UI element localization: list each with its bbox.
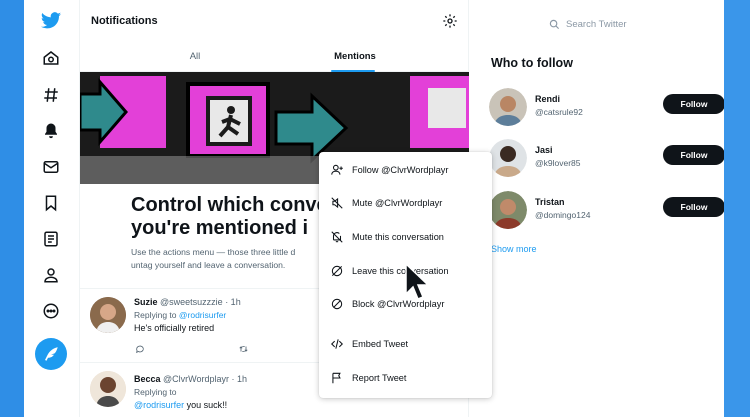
replying-to-prefix: Replying to	[134, 310, 179, 320]
follow-button[interactable]: Follow	[663, 145, 724, 165]
search-input[interactable]	[566, 18, 676, 30]
tweet-text: @rodrisurfer you suck!!	[134, 400, 227, 410]
account-handle: @k9lover85	[535, 158, 581, 168]
right-sidebar: Who to follow Rendi @catsrule92 Follow J…	[469, 0, 724, 417]
account-name: Tristan	[535, 197, 565, 207]
follow-button[interactable]: Follow	[663, 197, 724, 217]
messages-envelope-icon[interactable]	[36, 152, 66, 182]
avatar[interactable]	[489, 191, 527, 229]
twitter-logo-icon[interactable]	[36, 6, 66, 36]
account-name: Jasi	[535, 145, 553, 155]
profile-icon[interactable]	[36, 260, 66, 290]
menu-item-label: Report Tweet	[352, 373, 407, 383]
follow-button[interactable]: Follow	[663, 94, 724, 114]
more-options-icon[interactable]	[36, 296, 66, 326]
menu-item-follow[interactable]: Follow @ClvrWordplayr	[319, 155, 492, 185]
retweet-icon[interactable]	[238, 344, 249, 354]
twitter-window: Notifications All Mentions Control which…	[24, 0, 724, 417]
menu-item-label: Mute @ClvrWordplayr	[352, 198, 443, 208]
explore-hashtag-icon[interactable]	[36, 80, 66, 110]
gear-icon[interactable]	[442, 13, 458, 29]
lists-icon[interactable]	[36, 224, 66, 254]
hero-subtext-line-1: Use the actions menu — those three littl…	[131, 247, 296, 257]
account-handle: @catsrule92	[535, 107, 583, 117]
sidebar-nav	[24, 0, 80, 417]
replying-to: Replying to	[134, 387, 177, 397]
notifications-bell-icon[interactable]	[36, 116, 66, 146]
mute-conversation-icon	[331, 231, 343, 243]
tweet-text: He's officially retired	[134, 323, 215, 333]
mute-icon	[331, 197, 343, 209]
tweet-author-name: Suzie	[134, 297, 158, 307]
menu-item-embed[interactable]: Embed Tweet	[319, 329, 492, 359]
avatar[interactable]	[90, 297, 126, 333]
avatar[interactable]	[90, 371, 126, 407]
search-icon	[549, 19, 560, 29]
menu-item-label: Follow @ClvrWordplayr	[352, 165, 449, 175]
menu-item-label: Mute this conversation	[352, 232, 444, 242]
notification-tabs: All Mentions	[80, 40, 469, 72]
avatar[interactable]	[489, 88, 527, 126]
tweet-author-name: Becca	[134, 374, 161, 384]
leave-conversation-icon	[331, 265, 343, 277]
who-to-follow-title: Who to follow	[491, 56, 573, 70]
replying-to: Replying to @rodrisurfer	[134, 310, 226, 320]
mouse-cursor-icon	[405, 262, 430, 300]
tweet-author: Becca @ClvrWordplayr · 1h	[134, 374, 247, 384]
tweet-author: Suzie @sweetsuzzzie · 1h	[134, 297, 241, 307]
background-frame-right	[724, 0, 750, 417]
hero-subtext-line-2: untag yourself and leave a conversation.	[131, 260, 286, 270]
account-handle: @domingo124	[535, 210, 591, 220]
follow-suggestion[interactable]: Tristan @domingo124 Follow	[489, 191, 724, 231]
hero-headline-line-1: Control which conve	[131, 194, 328, 216]
report-flag-icon	[332, 372, 341, 384]
feather-icon	[45, 347, 58, 361]
block-icon	[331, 298, 343, 310]
tweet-mention-link[interactable]: @rodrisurfer	[134, 400, 184, 410]
follow-suggestion[interactable]: Rendi @catsrule92 Follow	[489, 88, 724, 128]
page-title: Notifications	[91, 15, 158, 27]
hero-headline-line-2: you're mentioned i	[131, 217, 309, 239]
account-name: Rendi	[535, 94, 561, 104]
bookmarks-icon[interactable]	[36, 188, 66, 218]
compose-tweet-button[interactable]	[35, 338, 67, 370]
tweet-author-handle: @sweetsuzzzie · 1h	[160, 297, 241, 307]
search-bar[interactable]	[539, 11, 689, 37]
replying-to-link[interactable]: @rodrisurfer	[179, 310, 226, 320]
follow-suggestion[interactable]: Jasi @k9lover85 Follow	[489, 139, 724, 179]
menu-item-label: Leave this conversation	[352, 266, 449, 276]
tab-mentions[interactable]: Mentions	[320, 40, 390, 72]
follow-user-icon	[331, 164, 343, 175]
show-more-link[interactable]: Show more	[491, 244, 537, 254]
reply-icon[interactable]	[135, 344, 145, 354]
tweet-author-handle: @ClvrWordplayr · 1h	[163, 374, 248, 384]
menu-item-mute-user[interactable]: Mute @ClvrWordplayr	[319, 188, 492, 218]
menu-item-label: Embed Tweet	[352, 339, 409, 349]
avatar[interactable]	[489, 139, 527, 177]
menu-item-report[interactable]: Report Tweet	[319, 363, 492, 393]
embed-icon	[331, 339, 343, 349]
replying-to-prefix: Replying to	[134, 387, 177, 397]
tweet-text-rest: you suck!!	[184, 400, 228, 410]
background-frame-left	[0, 0, 24, 417]
tab-all[interactable]: All	[160, 40, 230, 72]
menu-item-mute-conversation[interactable]: Mute this conversation	[319, 222, 492, 252]
home-icon[interactable]	[36, 43, 66, 73]
